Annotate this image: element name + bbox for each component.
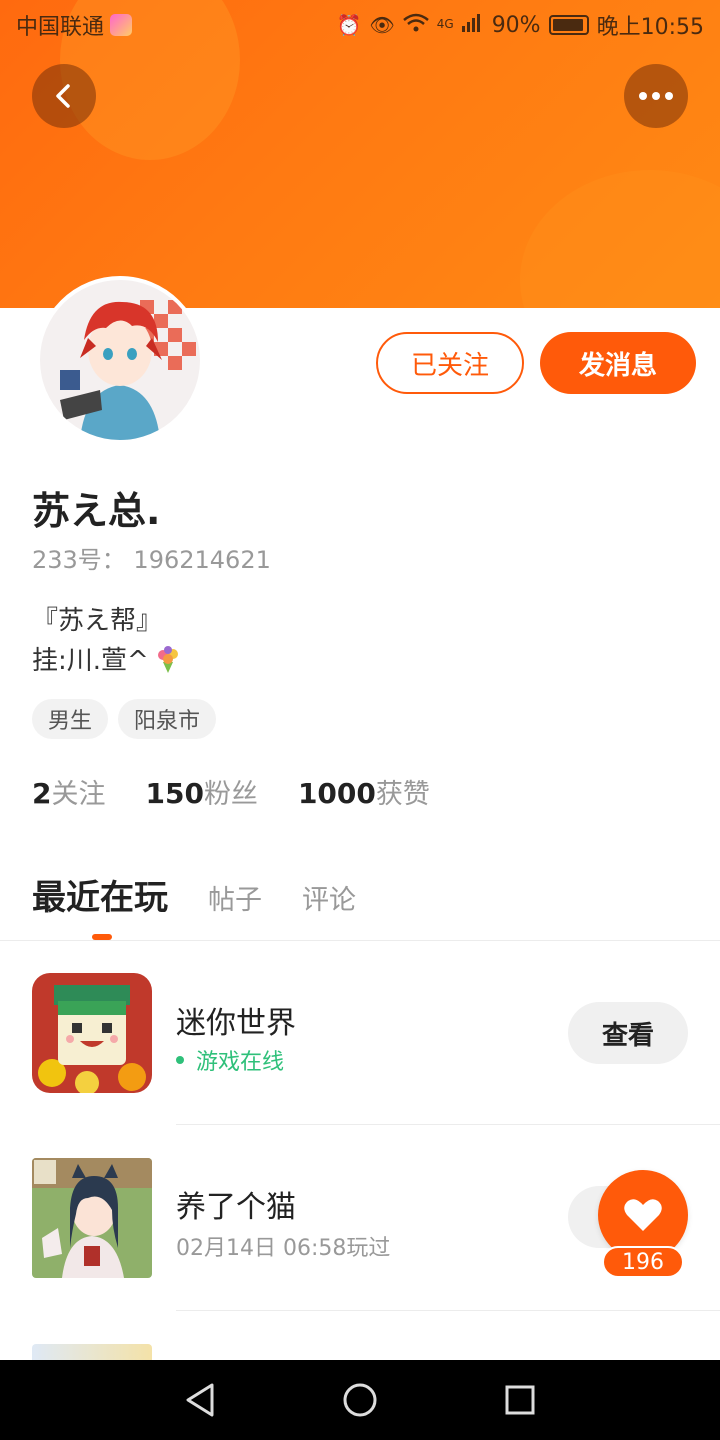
game-status-text: 游戏在线 [196, 1050, 285, 1075]
nav-back-button[interactable] [180, 1380, 220, 1420]
carrier-name: 中国联通 [16, 15, 105, 40]
clock: 晚上10:55 [596, 15, 704, 40]
tag-city: 阳泉市 [118, 699, 217, 739]
app-notification-icon [110, 14, 133, 36]
stat-likes-label: 获赞 [375, 779, 430, 810]
triangle-back-icon [186, 1383, 214, 1417]
game-icon-partial [32, 1344, 152, 1360]
tag-gender: 男生 [32, 699, 109, 739]
stat-following-count: 2 [32, 777, 52, 810]
bio-line-2-text: 挂:川.萱^ [32, 646, 149, 676]
square-recents-icon [505, 1385, 535, 1415]
stat-fans[interactable]: 150粉丝 [145, 772, 257, 811]
game-title: 养了个猫 [176, 1190, 296, 1225]
alarm-icon: ⏰ [336, 13, 362, 37]
wifi-icon [402, 13, 429, 38]
profile-stats: 2关注 150粉丝 1000获赞 [32, 772, 430, 811]
game-icon-cat-game [32, 1158, 152, 1278]
nav-recents-button[interactable] [500, 1380, 540, 1420]
like-count-badge: 196 [602, 1246, 684, 1278]
signal-icon [461, 12, 484, 38]
heart-icon [624, 1199, 662, 1231]
game-title: 迷你世界 [176, 1006, 296, 1041]
stat-fans-count: 150 [145, 777, 204, 810]
user-name: 苏え总. [32, 489, 161, 533]
back-button[interactable] [32, 64, 96, 128]
avatar[interactable] [36, 276, 204, 444]
bouquet-emoji-icon [157, 645, 178, 673]
tab-posts[interactable]: 帖子 [208, 878, 262, 917]
row-divider [176, 1124, 720, 1125]
view-game-button[interactable]: 查看 [568, 1002, 688, 1064]
more-dots-icon [639, 92, 673, 100]
more-options-button[interactable] [624, 64, 688, 128]
profile-tags: 男生 阳泉市 [32, 699, 217, 739]
nav-home-button[interactable] [340, 1380, 380, 1420]
row-divider [176, 1310, 720, 1311]
chevron-left-icon [56, 84, 70, 108]
user-id: 233号： 196214621 [32, 546, 271, 574]
profile-tabs: 最近在玩 帖子 评论 [32, 870, 356, 919]
followed-button[interactable]: 已关注 [376, 332, 524, 394]
send-message-button[interactable]: 发消息 [540, 332, 696, 394]
tab-recently-played[interactable]: 最近在玩 [32, 870, 168, 919]
system-navigation-bar [0, 1360, 720, 1440]
battery-icon [548, 15, 589, 35]
status-bar: 中国联通 ⏰ 👁 4G 90% 晚上10:55 [0, 0, 720, 50]
game-icon-mini-world [32, 973, 152, 1093]
stat-likes[interactable]: 1000获赞 [298, 772, 430, 811]
tab-comments[interactable]: 评论 [302, 878, 356, 917]
network-type: 4G [436, 17, 454, 31]
stat-likes-count: 1000 [297, 777, 376, 810]
last-played-time: 02月14日 06:58玩过 [176, 1236, 391, 1261]
game-status: 游戏在线 [176, 1044, 284, 1076]
bio-line-2: 挂:川.萱^ [32, 640, 183, 677]
stat-fans-label: 粉丝 [203, 779, 258, 810]
online-dot-icon [176, 1056, 184, 1064]
battery-percent: 90% [491, 12, 541, 38]
bio-line-1: 『苏え帮』 [32, 606, 163, 636]
circle-home-icon [343, 1383, 377, 1417]
game-list-item[interactable]: 迷你世界 游戏在线 查看 [0, 940, 720, 1126]
stat-following[interactable]: 2关注 [32, 772, 105, 811]
eye-icon: 👁 [369, 13, 395, 37]
stat-following-label: 关注 [51, 779, 106, 810]
